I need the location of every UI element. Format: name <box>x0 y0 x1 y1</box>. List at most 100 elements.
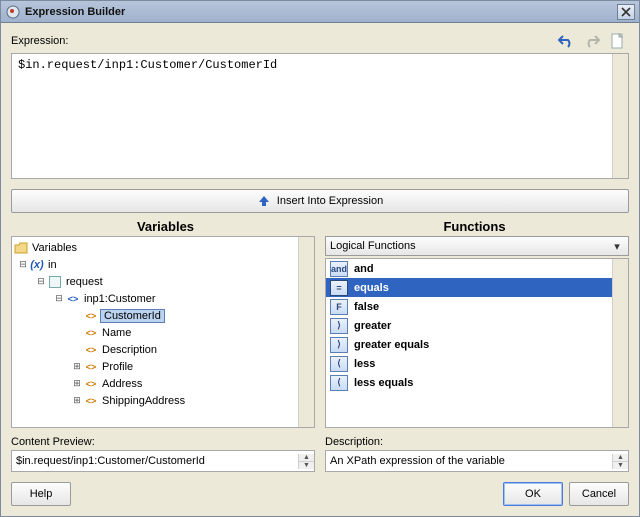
cancel-button[interactable]: Cancel <box>569 482 629 506</box>
function-item-less[interactable]: ⟨ less <box>326 354 612 373</box>
function-icon: ⟩ <box>330 318 348 334</box>
variables-pane: Variables in request <box>11 236 315 428</box>
cancel-label: Cancel <box>582 488 616 500</box>
function-name: false <box>354 301 379 313</box>
variables-header: Variables <box>11 219 320 234</box>
function-icon: = <box>330 280 348 296</box>
function-icon: F <box>330 299 348 315</box>
function-name: greater equals <box>354 339 429 351</box>
function-icon: ⟩ <box>330 337 348 353</box>
function-icon: ⟨ <box>330 375 348 391</box>
content-preview-value: $in.request/inp1:Customer/CustomerId <box>12 455 298 467</box>
variables-tree[interactable]: Variables in request <box>12 237 298 427</box>
element-icon <box>84 377 98 391</box>
function-icon: and <box>330 261 348 277</box>
function-item-and[interactable]: andand <box>326 259 612 278</box>
dropdown-label: Logical Functions <box>330 240 610 252</box>
function-item-false[interactable]: Ffalse <box>326 297 612 316</box>
function-category-dropdown[interactable]: Logical Functions ▾ <box>325 236 629 256</box>
description-field[interactable]: An XPath expression of the variable ▲▼ <box>325 450 629 472</box>
expand-icon[interactable] <box>70 395 84 406</box>
dialog-title: Expression Builder <box>25 6 617 18</box>
close-button[interactable] <box>617 4 635 20</box>
expand-icon[interactable] <box>70 378 84 389</box>
functions-pane: Logical Functions ▾ andand=equalsFfalse⟩… <box>325 236 629 428</box>
expand-icon[interactable] <box>70 361 84 372</box>
node-label: Profile <box>100 361 135 373</box>
expression-textarea[interactable]: $in.request/inp1:Customer/CustomerId <box>12 54 612 178</box>
node-label: Description <box>100 344 159 356</box>
element-icon <box>84 394 98 408</box>
folder-icon <box>14 241 28 255</box>
tree-node-request[interactable]: request <box>12 273 298 290</box>
tree-node-name[interactable]: Name <box>12 324 298 341</box>
titlebar: Expression Builder <box>1 1 639 23</box>
function-name: less equals <box>354 377 413 389</box>
spin-up-icon[interactable]: ▲ <box>299 454 314 462</box>
function-icon: ⟨ <box>330 356 348 372</box>
function-item-equals[interactable]: = equals <box>326 278 612 297</box>
tree-node-description[interactable]: Description <box>12 341 298 358</box>
function-item-less-equals[interactable]: ⟨ less equals <box>326 373 612 392</box>
element-icon <box>84 343 98 357</box>
function-name: less <box>354 358 375 370</box>
insert-into-expression-button[interactable]: Insert Into Expression <box>11 189 629 213</box>
variable-icon <box>30 258 44 272</box>
chevron-down-icon: ▾ <box>610 240 624 253</box>
scrollbar[interactable] <box>612 54 628 178</box>
app-icon <box>5 4 21 20</box>
element-icon <box>84 326 98 340</box>
spinner-buttons[interactable]: ▲▼ <box>612 454 628 469</box>
spinner-buttons[interactable]: ▲▼ <box>298 454 314 469</box>
node-label: Variables <box>30 242 79 254</box>
ok-button[interactable]: OK <box>503 482 563 506</box>
collapse-icon[interactable] <box>52 293 66 304</box>
functions-list: andand = equals Ffalse ⟩ greater ⟩ greater equa… <box>325 258 629 428</box>
tree-node-customer[interactable]: inp1:Customer <box>12 290 298 307</box>
expression-builder-dialog: Expression Builder Expression: $in.reque… <box>0 0 640 517</box>
node-label: Address <box>100 378 144 390</box>
element-icon <box>84 360 98 374</box>
spin-down-icon[interactable]: ▼ <box>299 462 314 469</box>
tree-node-in[interactable]: in <box>12 256 298 273</box>
scrollbar[interactable] <box>298 237 314 427</box>
tree-node-customerid[interactable]: CustomerId <box>12 307 298 324</box>
collapse-icon[interactable] <box>16 259 30 270</box>
function-item-greater-equals[interactable]: ⟩ greater equals <box>326 335 612 354</box>
spin-up-icon[interactable]: ▲ <box>613 454 628 462</box>
undo-button[interactable] <box>555 31 577 51</box>
redo-button[interactable] <box>581 31 603 51</box>
function-name: greater <box>354 320 391 332</box>
node-label: inp1:Customer <box>82 293 158 305</box>
expression-editor: $in.request/inp1:Customer/CustomerId <box>11 53 629 179</box>
help-button[interactable]: Help <box>11 482 71 506</box>
new-page-button[interactable] <box>607 31 629 51</box>
tree-node-profile[interactable]: Profile <box>12 358 298 375</box>
dialog-content: Expression: $in.request/inp1:Customer/Cu… <box>1 23 639 516</box>
node-label: request <box>64 276 105 288</box>
element-icon <box>66 292 80 306</box>
element-icon <box>84 309 98 323</box>
tree-node-root[interactable]: Variables <box>12 239 298 256</box>
tree-node-shippingaddress[interactable]: ShippingAddress <box>12 392 298 409</box>
tree-node-address[interactable]: Address <box>12 375 298 392</box>
scrollbar[interactable] <box>612 259 628 427</box>
content-preview-label: Content Preview: <box>11 436 315 448</box>
node-label: Name <box>100 327 133 339</box>
function-name: and <box>354 263 374 275</box>
request-icon <box>48 275 62 289</box>
expression-label: Expression: <box>11 35 68 47</box>
insert-icon <box>257 195 271 207</box>
function-name: equals <box>354 282 389 294</box>
node-label-selected: CustomerId <box>100 309 165 323</box>
node-label: ShippingAddress <box>100 395 187 407</box>
content-preview-field[interactable]: $in.request/inp1:Customer/CustomerId ▲▼ <box>11 450 315 472</box>
spin-down-icon[interactable]: ▼ <box>613 462 628 469</box>
description-value: An XPath expression of the variable <box>326 455 612 467</box>
description-label: Description: <box>325 436 629 448</box>
functions-header: Functions <box>320 219 629 234</box>
insert-button-label: Insert Into Expression <box>277 195 383 207</box>
function-item-greater[interactable]: ⟩ greater <box>326 316 612 335</box>
collapse-icon[interactable] <box>34 276 48 287</box>
ok-label: OK <box>525 488 541 500</box>
